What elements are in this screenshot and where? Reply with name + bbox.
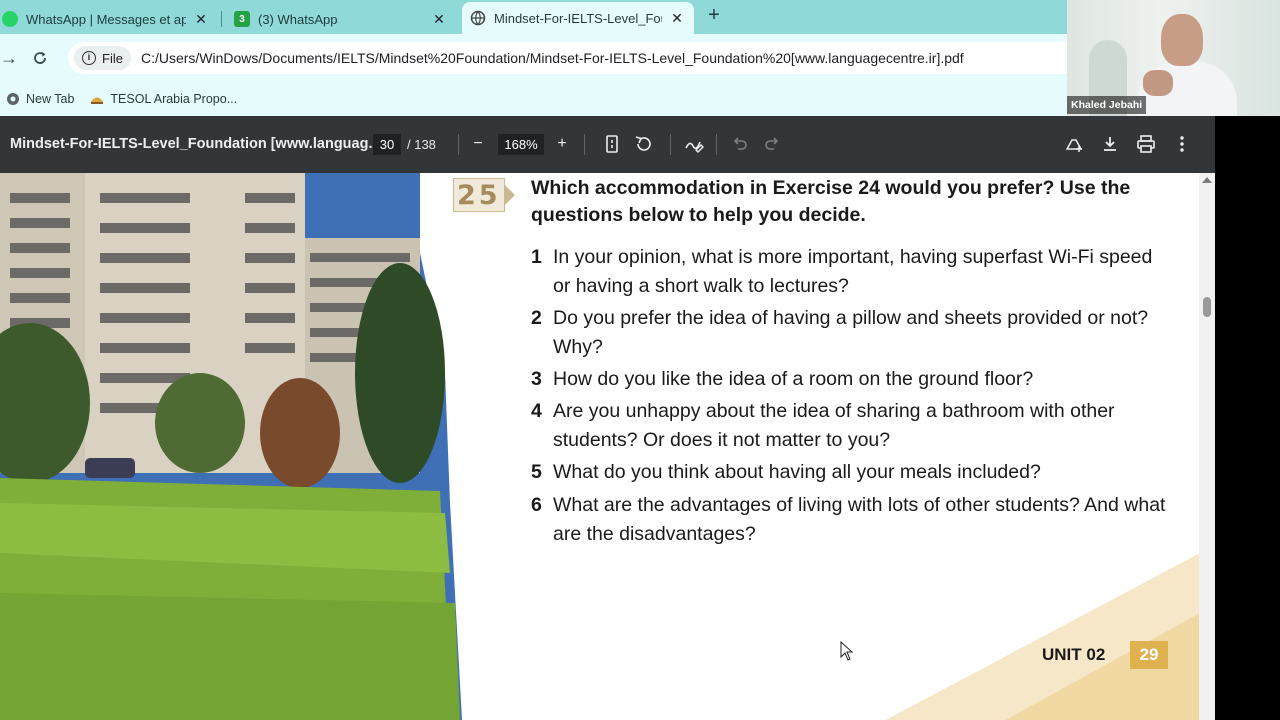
page-number-input[interactable]: 30 xyxy=(373,134,401,155)
pdf-page: 25 Which accommodation in Exercise 24 wo… xyxy=(0,173,1199,720)
file-chip[interactable]: i File xyxy=(74,46,131,70)
zoom-in-button[interactable]: + xyxy=(550,132,574,156)
pdf-title: Mindset-For-IELTS-Level_Foundation [www.… xyxy=(10,136,381,152)
whatsapp-icon xyxy=(2,11,18,27)
zoom-out-button[interactable]: − xyxy=(466,132,490,156)
bookmarks-bar: New Tab TESOL Arabia Propo... xyxy=(0,82,1067,116)
bookmark-label: TESOL Arabia Propo... xyxy=(110,92,238,106)
scroll-thumb[interactable] xyxy=(1203,297,1211,317)
question-item: 3 How do you like the idea of a room on … xyxy=(531,365,1171,394)
toolbar-divider xyxy=(584,134,585,155)
campus-photo xyxy=(0,173,470,720)
toolbar-divider xyxy=(458,134,459,155)
question-number: 4 xyxy=(531,400,542,422)
info-icon: i xyxy=(82,51,96,65)
undo-icon[interactable] xyxy=(728,132,752,156)
browser-toolbar: → i File C:/Users/WinDows/Documents/IELT… xyxy=(0,34,1068,82)
browser-chrome: WhatsApp | Messages et appels ✕ 3 (3) Wh… xyxy=(0,0,1068,116)
tab-strip: WhatsApp | Messages et appels ✕ 3 (3) Wh… xyxy=(0,0,1067,34)
page-corner-decoration xyxy=(885,553,1199,720)
close-icon[interactable]: ✕ xyxy=(430,11,448,28)
close-icon[interactable]: ✕ xyxy=(192,11,210,28)
bookmark-new-tab[interactable]: New Tab xyxy=(6,92,74,106)
url-text: C:/Users/WinDows/Documents/IELTS/Mindset… xyxy=(140,50,964,66)
screen-edge xyxy=(1215,116,1280,720)
more-options-icon[interactable] xyxy=(1170,132,1194,156)
tab-title: (3) WhatsApp xyxy=(258,11,338,27)
tab-title: WhatsApp | Messages et appels xyxy=(26,11,186,27)
bookmark-tesol[interactable]: TESOL Arabia Propo... xyxy=(90,92,237,106)
toolbar-divider xyxy=(670,134,671,155)
person-hand xyxy=(1143,70,1173,96)
tab-whatsapp-web[interactable]: WhatsApp | Messages et appels ✕ xyxy=(0,4,218,34)
question-text: Do you prefer the idea of having a pillo… xyxy=(553,307,1149,358)
tesol-icon xyxy=(91,97,104,104)
question-text: What are the advantages of living with l… xyxy=(553,494,1166,545)
person-head xyxy=(1161,14,1203,66)
address-bar[interactable]: i File C:/Users/WinDows/Documents/IELTS/… xyxy=(68,42,1068,74)
tab-title: Mindset-For-IELTS-Level_Foundation xyxy=(494,10,662,26)
question-number: 3 xyxy=(531,368,542,390)
chrome-icon xyxy=(7,93,19,105)
question-text: How do you like the idea of a room on th… xyxy=(553,368,1034,390)
close-icon[interactable]: ✕ xyxy=(668,10,686,27)
exercise-number: 25 xyxy=(453,178,505,212)
exercise-heading: Which accommodation in Exercise 24 would… xyxy=(531,177,1131,226)
toolbar-divider xyxy=(716,134,717,155)
question-number: 6 xyxy=(531,494,542,516)
exercise-number-badge: 25 xyxy=(453,178,517,212)
question-item: 5 What do you think about having all you… xyxy=(531,458,1171,487)
vertical-scrollbar[interactable] xyxy=(1199,173,1215,720)
file-chip-label: File xyxy=(102,50,123,66)
page-total: / 138 xyxy=(407,137,436,152)
annotate-icon[interactable] xyxy=(682,132,706,156)
scroll-up-icon[interactable] xyxy=(1202,177,1212,183)
question-item: 6 What are the advantages of living with… xyxy=(531,491,1171,549)
question-item: 4 Are you unhappy about the idea of shar… xyxy=(531,397,1171,455)
mouse-cursor-icon xyxy=(840,641,854,661)
question-text: What do you think about having all your … xyxy=(553,461,1041,483)
question-number: 5 xyxy=(531,461,542,483)
question-text: In your opinion, what is more important,… xyxy=(553,246,1153,297)
tab-divider xyxy=(221,11,222,27)
download-icon[interactable] xyxy=(1098,132,1122,156)
question-number: 2 xyxy=(531,307,542,329)
question-number: 1 xyxy=(531,246,542,268)
book-page-number: 29 xyxy=(1130,641,1168,669)
question-item: 1 In your opinion, what is more importan… xyxy=(531,243,1171,301)
tab-pdf-active[interactable]: Mindset-For-IELTS-Level_Foundation ✕ xyxy=(462,2,694,34)
rotate-icon[interactable] xyxy=(632,132,656,156)
print-icon[interactable] xyxy=(1134,132,1158,156)
unit-label: UNIT 02 xyxy=(1042,645,1106,664)
screen: WhatsApp | Messages et appels ✕ 3 (3) Wh… xyxy=(0,0,1280,720)
tab-whatsapp[interactable]: 3 (3) WhatsApp ✕ xyxy=(226,4,456,34)
whatsapp-badge-icon: 3 xyxy=(234,11,250,27)
globe-icon xyxy=(470,10,486,26)
badge-arrow-icon xyxy=(504,185,515,205)
pdf-toolbar: Mindset-For-IELTS-Level_Foundation [www.… xyxy=(0,116,1215,173)
participant-name: Khaled Jebahi xyxy=(1067,96,1147,114)
zoom-level-input[interactable]: 168% xyxy=(498,134,544,155)
bookmark-label: New Tab xyxy=(26,92,75,106)
forward-icon[interactable]: → xyxy=(0,48,18,69)
reload-icon[interactable] xyxy=(32,50,48,66)
webcam-video: Khaled Jebahi xyxy=(1067,0,1280,116)
drive-save-icon[interactable] xyxy=(1062,132,1086,156)
question-item: 2 Do you prefer the idea of having a pil… xyxy=(531,304,1171,362)
question-text: Are you unhappy about the idea of sharin… xyxy=(553,400,1115,451)
fit-page-icon[interactable] xyxy=(600,132,624,156)
new-tab-button[interactable]: + xyxy=(704,5,724,27)
redo-icon[interactable] xyxy=(760,132,784,156)
